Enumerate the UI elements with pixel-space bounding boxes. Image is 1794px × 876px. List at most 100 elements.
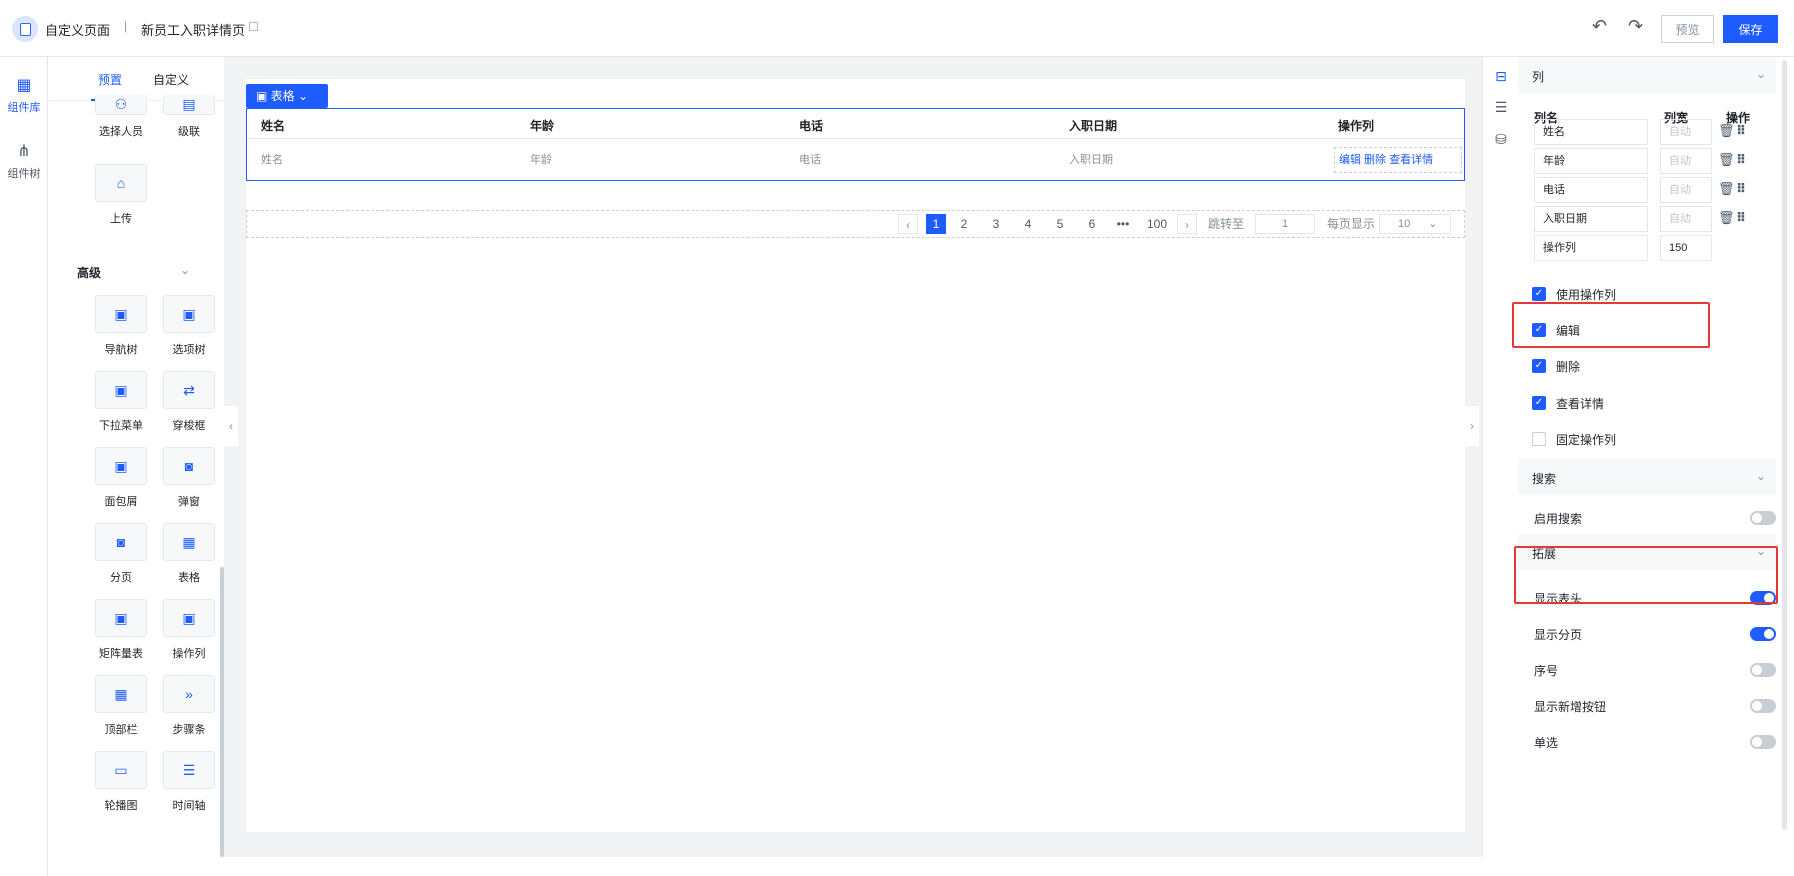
page-name: 新员工入职详情页 [141, 23, 246, 38]
chevron-down-icon: ⌄ [1755, 469, 1766, 483]
checkbox-label: 删除 [1556, 360, 1581, 374]
column-name-input[interactable]: 电话 [1534, 177, 1648, 203]
page-size-label: 每页显示 [1327, 217, 1376, 231]
drag-handle-icon[interactable]: ⠿ [1736, 181, 1746, 197]
toggle-label: 启用搜索 [1534, 512, 1583, 526]
page-button[interactable]: 1 [926, 214, 946, 234]
dialog-icon: ◙ [95, 523, 147, 561]
component-carousel[interactable]: ▭ 轮播图 [91, 751, 151, 813]
settings-sliders-icon[interactable]: ☰ [1493, 99, 1509, 115]
drag-handle-icon[interactable]: ⠿ [1736, 123, 1746, 139]
component-upload[interactable]: ⌂ 上传 [91, 164, 151, 226]
toggle-show-add-button[interactable] [1750, 699, 1776, 713]
column-width-input[interactable]: 自动 [1660, 177, 1712, 203]
column-name-input[interactable]: 年龄 [1534, 148, 1648, 174]
table-component[interactable]: 姓名 年龄 电话 入职日期 操作列 姓名 年龄 电话 入职日期 编辑 删除 查看… [246, 108, 1465, 181]
checkbox-delete[interactable]: ✓ [1532, 359, 1546, 373]
component-transfer[interactable]: ⇄ 穿梭框 [159, 371, 219, 433]
column-name-input[interactable]: 操作列 [1534, 235, 1648, 261]
component-dropdown[interactable]: ▣ 下拉菜单 [91, 371, 151, 433]
data-source-icon[interactable]: ⛁ [1493, 131, 1509, 147]
toggle-label: 显示新增按钮 [1534, 700, 1607, 714]
section-header-columns[interactable]: 列 ⌄ [1518, 57, 1776, 93]
next-page-icon[interactable]: › [1177, 214, 1197, 234]
transfer-icon: ⇄ [163, 371, 215, 409]
rail-item-component-tree[interactable]: ⋔ 组件树 [0, 141, 48, 181]
component-select-user[interactable]: ⚇ 选择人员 [91, 95, 151, 139]
component-pagination[interactable]: ◙ 分页 [91, 523, 151, 585]
checkbox-view-details[interactable]: ✓ [1532, 396, 1546, 410]
section-title-advanced: 高级 [77, 266, 102, 280]
save-button[interactable]: 保存 [1723, 15, 1778, 43]
component-steps[interactable]: » 步骤条 [159, 675, 219, 737]
toggle-single-select[interactable] [1750, 735, 1776, 749]
page-button[interactable]: 5 [1050, 214, 1070, 234]
box-icon: ▣ [95, 599, 147, 637]
tab-preset[interactable]: 预置 [98, 71, 122, 88]
box-icon: ▣ [95, 447, 147, 485]
trash-icon[interactable]: 🗑 [1718, 210, 1735, 226]
component-option-tree[interactable]: ▣ 选项树 [159, 295, 219, 357]
component-matrix-scale[interactable]: ▣ 矩阵量表 [91, 599, 151, 661]
column-width-input[interactable]: 自动 [1660, 119, 1712, 145]
section-header-search[interactable]: 搜索 ⌄ [1518, 459, 1776, 495]
column-name-input[interactable]: 姓名 [1534, 119, 1648, 145]
edit-icon[interactable]: ☐ [248, 20, 259, 34]
table-header-cell: 操作列 [1338, 119, 1375, 133]
preview-button[interactable]: 预览 [1661, 15, 1714, 43]
column-name-input[interactable]: 入职日期 [1534, 206, 1648, 232]
trash-icon[interactable]: 🗑 [1718, 181, 1735, 197]
column-width-input[interactable]: 自动 [1660, 148, 1712, 174]
rail-item-component-library[interactable]: ▦ 组件库 [0, 75, 48, 115]
redo-icon[interactable]: ↷ [1628, 16, 1643, 37]
page-button[interactable]: 6 [1082, 214, 1102, 234]
page-button[interactable]: 2 [954, 214, 974, 234]
highlight-box [1512, 302, 1710, 348]
chevron-down-icon: ⌄ [1428, 218, 1438, 230]
page-button[interactable]: 3 [986, 214, 1006, 234]
trash-icon[interactable]: 🗑 [1718, 123, 1735, 139]
collapse-left-icon[interactable]: ‹ [224, 406, 238, 446]
steps-icon: » [163, 675, 215, 713]
page-ellipsis[interactable]: ••• [1113, 214, 1133, 234]
properties-icon[interactable]: ⊟ [1493, 68, 1509, 84]
page-button[interactable]: 100 [1143, 214, 1171, 234]
drag-handle-icon[interactable]: ⠿ [1736, 210, 1746, 226]
table-cell: 年龄 [530, 154, 552, 166]
prev-page-icon[interactable]: ‹ [898, 214, 918, 234]
collapse-right-icon[interactable]: › [1465, 406, 1479, 446]
undo-icon[interactable]: ↶ [1592, 16, 1607, 37]
checkbox-fix-action-column[interactable] [1532, 432, 1546, 446]
tree-icon: ⋔ [17, 143, 31, 160]
checkbox-use-action-column[interactable]: ✓ [1532, 287, 1546, 301]
toggle-enable-search[interactable] [1750, 511, 1776, 525]
component-breadcrumb[interactable]: ▣ 面包屑 [91, 447, 151, 509]
component-timeline[interactable]: ☰ 时间轴 [159, 751, 219, 813]
toggle-show-pagination[interactable] [1750, 627, 1776, 641]
property-panel-scrollbar[interactable] [1782, 60, 1787, 830]
component-topbar[interactable]: ▦ 顶部栏 [91, 675, 151, 737]
selected-component-tag[interactable]: ▣ 表格 ⌄ [246, 84, 328, 108]
table-header-cell: 年龄 [530, 119, 555, 133]
box-icon: ▣ [95, 371, 147, 409]
jump-input[interactable]: 1 [1255, 214, 1315, 234]
drag-handle-icon[interactable]: ⠿ [1736, 152, 1746, 168]
carousel-icon: ▭ [95, 751, 147, 789]
component-cascade[interactable]: ▤ 级联 [159, 95, 219, 139]
table-row: 姓名 年龄 电话 入职日期 [247, 139, 1464, 180]
trash-icon[interactable]: 🗑 [1718, 152, 1735, 168]
chevron-down-icon[interactable]: ⌄ [180, 263, 190, 277]
page-button[interactable]: 4 [1018, 214, 1038, 234]
property-toolbar: ⊟ ☰ ⛁ [1482, 57, 1518, 857]
component-action-column[interactable]: ▣ 操作列 [159, 599, 219, 661]
page-size-select[interactable]: 10 ⌄ [1379, 214, 1451, 234]
column-width-input[interactable]: 150 [1660, 235, 1712, 261]
component-dialog[interactable]: ◙ 弹窗 [159, 447, 219, 509]
component-nav-tree[interactable]: ▣ 导航树 [91, 295, 151, 357]
toggle-serial-number[interactable] [1750, 663, 1776, 677]
component-table[interactable]: ▦ 表格 [159, 523, 219, 585]
tab-custom[interactable]: 自定义 [153, 71, 189, 88]
column-width-input[interactable]: 自动 [1660, 206, 1712, 232]
top-bar: 自定义页面 | 新员工入职详情页 ☐ ↶ ↷ 预览 保存 [0, 0, 1794, 57]
table-action-links[interactable]: 编辑 删除 查看详情 [1334, 147, 1462, 173]
